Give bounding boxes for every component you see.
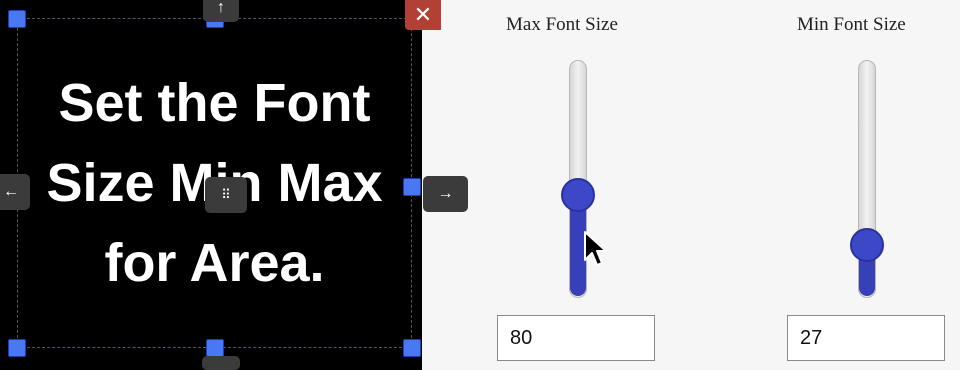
resize-handle-middle-right[interactable] <box>403 178 421 196</box>
min-font-size-label: Min Font Size <box>797 14 906 35</box>
resize-handle-bottom-left[interactable] <box>8 339 26 357</box>
max-font-size-label: Max Font Size <box>506 14 618 35</box>
slider-thumb[interactable] <box>850 228 884 262</box>
arrow-left-icon[interactable]: ← <box>0 174 30 210</box>
max-font-size-input[interactable] <box>497 315 655 361</box>
arrow-right-icon[interactable]: → <box>423 176 468 212</box>
slider-thumb[interactable] <box>561 178 595 212</box>
arrow-up-icon[interactable]: ↑ <box>203 0 239 22</box>
close-icon[interactable]: ✕ <box>405 0 441 30</box>
canvas-area: Set the Font Size Min Max for Area. ↑ ← … <box>0 0 441 370</box>
move-icon[interactable]: ⠿ <box>205 177 247 213</box>
resize-handle-bottom-right[interactable] <box>403 339 421 357</box>
min-font-size-input[interactable] <box>787 315 945 361</box>
resize-handle-bottom-center[interactable] <box>206 339 224 357</box>
resize-handle-top-left[interactable] <box>8 10 26 28</box>
bottom-handle-pill[interactable] <box>202 356 240 370</box>
mouse-cursor-icon <box>584 231 607 266</box>
min-font-size-slider[interactable] <box>850 60 884 298</box>
